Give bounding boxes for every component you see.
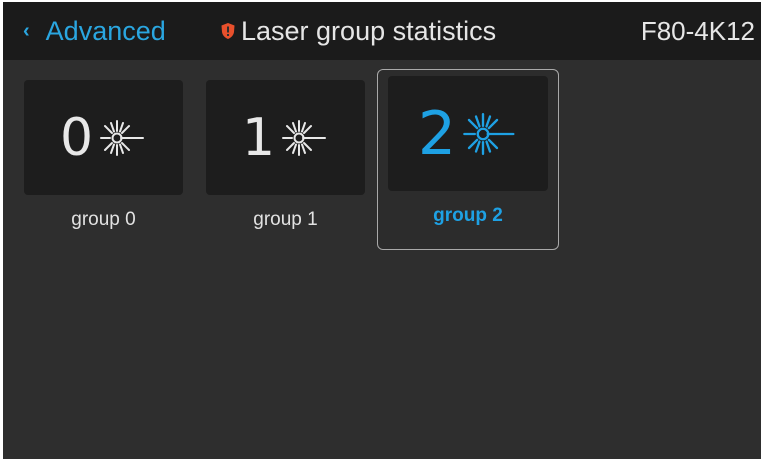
page-title: Laser group statistics [241, 15, 497, 46]
laser-icon [463, 112, 515, 155]
group-label: group 2 [433, 205, 503, 226]
screen: ‹ Advanced Laser group statistics F80-4K… [3, 2, 761, 459]
group-label: group 0 [71, 209, 136, 230]
model-name: F80-4K12 [640, 15, 755, 46]
group-number: 2 [417, 98, 457, 169]
group-tile-1[interactable]: 1 group 1 [206, 80, 365, 235]
group-tile-2[interactable]: 2 group 2 [377, 69, 559, 250]
group-tile-box: 2 [388, 76, 548, 191]
back-button[interactable]: ‹ Advanced [23, 14, 166, 48]
chevron-left-icon: ‹ [23, 20, 30, 42]
group-tile-box: 0 [24, 80, 183, 195]
group-tile-box: 1 [206, 80, 365, 195]
page-title-group: Laser group statistics [220, 14, 496, 48]
group-tile-0[interactable]: 0 group 0 [24, 80, 183, 235]
shield-warning-icon [221, 23, 235, 39]
top-bar: ‹ Advanced Laser group statistics F80-4K… [3, 2, 761, 60]
group-label: group 1 [253, 209, 318, 230]
back-label: Advanced [45, 15, 166, 46]
laser-icon [100, 119, 145, 156]
laser-icon [282, 119, 327, 156]
group-number: 0 [59, 107, 94, 168]
group-number: 1 [241, 107, 276, 168]
